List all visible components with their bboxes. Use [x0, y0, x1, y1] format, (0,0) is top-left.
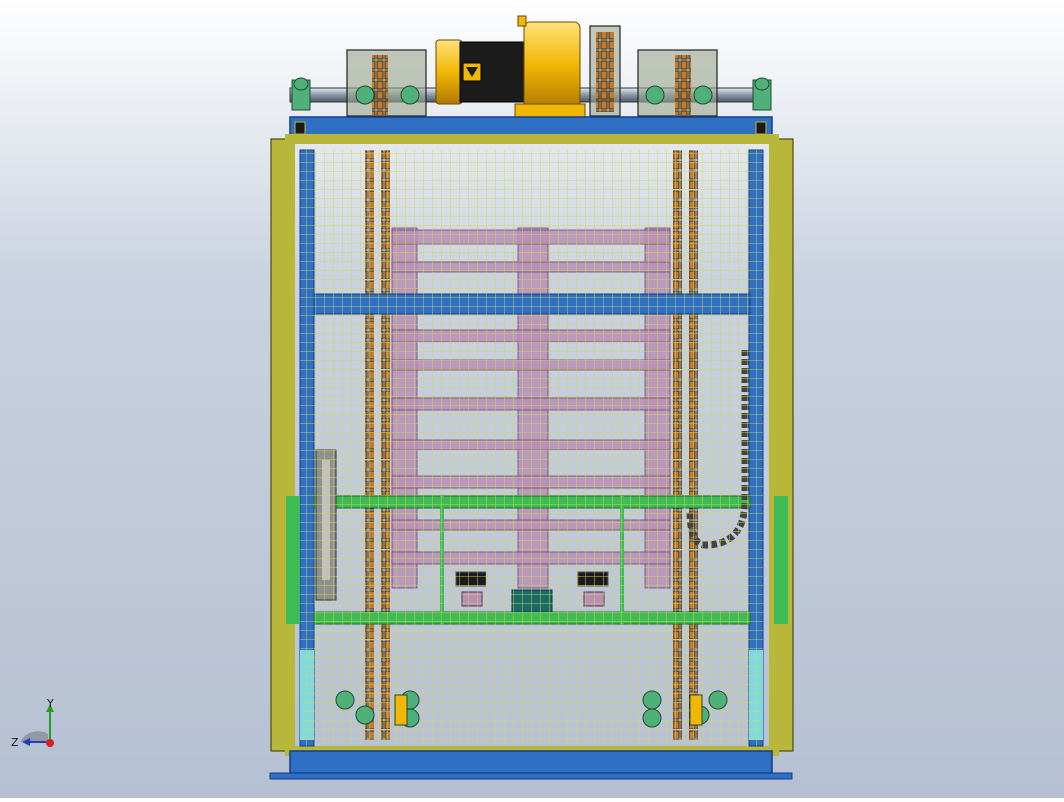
cad-viewport[interactable]: [0, 0, 1064, 798]
gear-motor: [435, 15, 586, 119]
top-bearing-left: [291, 77, 311, 111]
model-drawing: [269, 15, 794, 780]
sprocket-guard-right: [637, 49, 718, 117]
y-axis-label: Y: [46, 698, 54, 710]
sprocket-guard-left: [346, 49, 427, 117]
coordinate-triad-icon: Y Z: [11, 698, 54, 749]
base-beam: [289, 750, 773, 774]
drive-sprocket-box: [589, 25, 621, 117]
top-bearing-right: [752, 77, 772, 111]
wire-mesh: [300, 150, 763, 746]
z-axis-label: Z: [11, 736, 19, 749]
